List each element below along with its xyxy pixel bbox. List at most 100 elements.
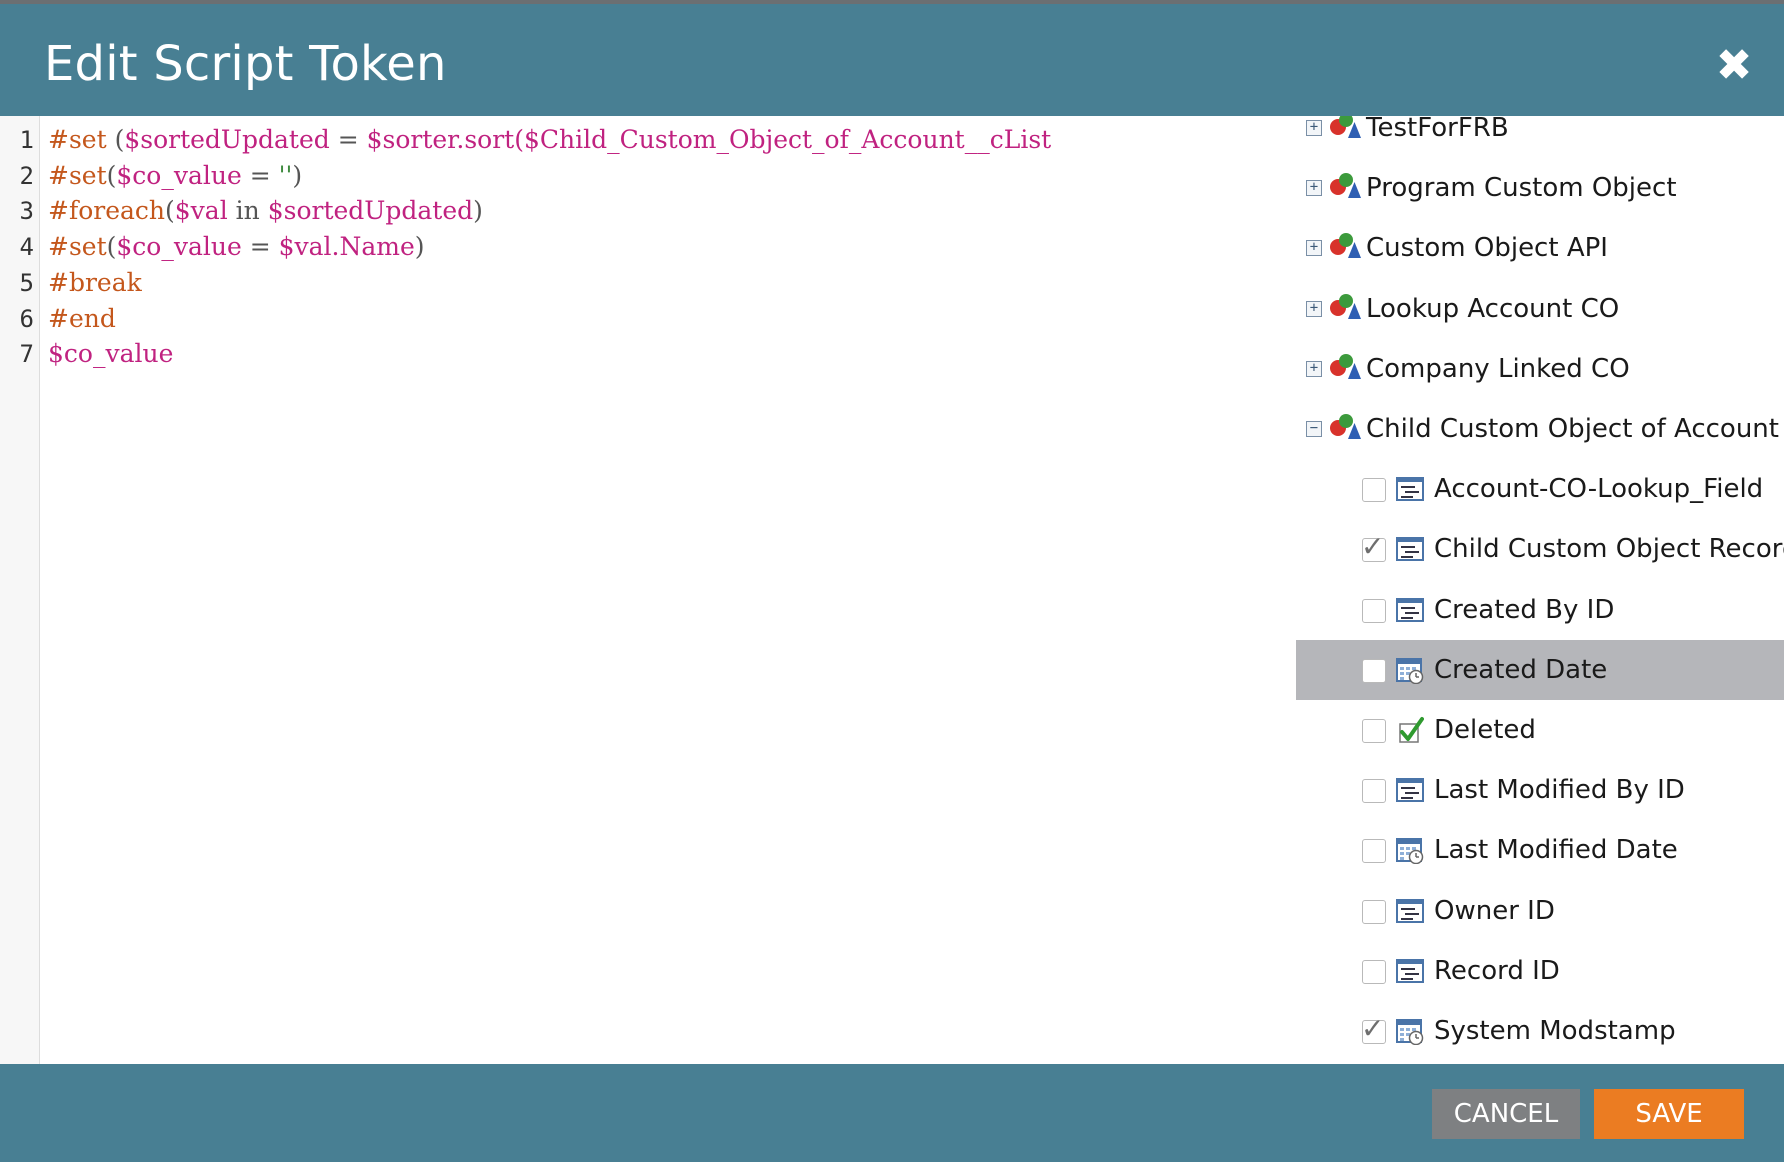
- code-token: #set: [48, 160, 107, 190]
- boolean-field-icon: [1396, 716, 1424, 744]
- field-checkbox[interactable]: [1362, 658, 1386, 683]
- tree-field-label[interactable]: Created Date: [1434, 640, 1607, 700]
- tree-object-label[interactable]: Child Custom Object of Account: [1366, 399, 1779, 459]
- checkmark-icon: ✓: [1361, 530, 1385, 564]
- tree-object-label[interactable]: Custom Object API: [1366, 218, 1608, 278]
- line-number: 1: [19, 126, 34, 154]
- field-checkbox[interactable]: [1362, 478, 1386, 503]
- tree-field-row[interactable]: Last Modified By ID: [1296, 760, 1784, 820]
- custom-object-icon: [1328, 230, 1362, 260]
- code-line[interactable]: #end: [48, 299, 116, 340]
- tree-field-row[interactable]: ✓ System Modstamp: [1296, 1001, 1784, 1061]
- date-field-icon: [1396, 656, 1424, 685]
- custom-object-icon: [1328, 411, 1362, 441]
- cancel-button[interactable]: CANCEL: [1432, 1089, 1580, 1139]
- code-token: =: [241, 160, 279, 190]
- code-token: $co_value: [116, 160, 242, 190]
- field-checkbox[interactable]: [1362, 899, 1386, 924]
- custom-object-icon: [1328, 116, 1362, 140]
- tree-field-label[interactable]: Last Modified By ID: [1434, 760, 1685, 820]
- tree-field-row[interactable]: Deleted: [1296, 700, 1784, 760]
- text-field-icon: [1396, 535, 1424, 563]
- code-line[interactable]: #set($co_value = $val.Name): [48, 227, 425, 268]
- code-token: $co_value: [116, 232, 242, 262]
- line-number: 5: [19, 268, 34, 297]
- script-editor[interactable]: 1234567 #set ($sortedUpdated = $sorter.s…: [0, 116, 1296, 1064]
- code-token: in: [227, 196, 268, 226]
- tree-object-label[interactable]: Program Custom Object: [1366, 158, 1677, 218]
- text-field-icon: [1396, 776, 1424, 804]
- tree-field-label[interactable]: System Modstamp: [1434, 1001, 1676, 1061]
- code-token: $Child_Custom_Object_of_Account__cList: [523, 125, 1052, 154]
- code-token: $val.Name: [278, 232, 415, 262]
- field-checkbox[interactable]: ✓: [1361, 1013, 1386, 1045]
- tree-field-row[interactable]: Account-CO-Lookup_Field: [1296, 459, 1784, 519]
- tree-field-label[interactable]: Deleted: [1434, 700, 1536, 760]
- code-line[interactable]: #set($co_value = ''): [48, 156, 302, 197]
- code-line[interactable]: #foreach($val in $sortedUpdated): [48, 191, 483, 232]
- code-token: =: [329, 125, 367, 154]
- save-button[interactable]: SAVE: [1594, 1089, 1744, 1139]
- tree-field-row[interactable]: Created Date: [1296, 639, 1784, 700]
- code-token: $val: [174, 196, 228, 226]
- tree-field-label[interactable]: Last Modified Date: [1434, 820, 1678, 880]
- field-checkbox[interactable]: [1362, 839, 1386, 864]
- tree-field-label[interactable]: Created By ID: [1434, 580, 1614, 640]
- code-token: ): [292, 160, 303, 190]
- expand-icon[interactable]: +: [1306, 240, 1322, 257]
- field-checkbox[interactable]: ✓: [1361, 531, 1386, 563]
- field-checkbox[interactable]: [1362, 598, 1386, 623]
- line-number: 2: [19, 161, 34, 190]
- code-token: ): [414, 232, 425, 262]
- text-field-icon: [1396, 957, 1424, 985]
- code-token: $co_value: [48, 339, 174, 369]
- code-token: #set: [48, 125, 107, 154]
- dialog-footer: CANCEL SAVE: [0, 1064, 1784, 1162]
- tree-object-row[interactable]: − Child Custom Object of Account: [1296, 399, 1784, 459]
- text-field-icon: [1396, 897, 1424, 925]
- tree-field-label[interactable]: Owner ID: [1434, 881, 1555, 941]
- tree-object-row[interactable]: + Program Custom Object: [1296, 158, 1784, 218]
- code-token: #end: [48, 303, 116, 333]
- tree-field-label[interactable]: Child Custom Object Record Name: [1434, 519, 1784, 579]
- dialog-title: Edit Script Token: [44, 36, 447, 92]
- custom-object-icon: [1328, 291, 1362, 321]
- tree-object-label[interactable]: Company Linked CO: [1366, 339, 1630, 399]
- tree-object-row[interactable]: + Custom Object API: [1296, 218, 1784, 278]
- line-number: 3: [19, 197, 34, 226]
- tree-object-label[interactable]: TestForFRB: [1366, 116, 1509, 158]
- tree-object-row[interactable]: + TestForFRB: [1296, 116, 1784, 158]
- code-line[interactable]: #break: [48, 263, 142, 304]
- close-icon[interactable]: ✖: [1712, 44, 1756, 88]
- tree-field-row[interactable]: Owner ID: [1296, 881, 1784, 941]
- code-line[interactable]: $co_value: [48, 334, 173, 375]
- date-field-icon: [1396, 1017, 1424, 1046]
- checkmark-icon: ✓: [1361, 1012, 1385, 1045]
- code-token: (: [106, 125, 125, 154]
- code-token: #foreach: [48, 196, 166, 226]
- tree-object-row[interactable]: + Lookup Account CO: [1296, 279, 1784, 339]
- expand-icon[interactable]: +: [1306, 300, 1322, 317]
- tree-field-row[interactable]: ✓ Child Custom Object Record Name: [1296, 519, 1784, 579]
- tree-field-row[interactable]: Created By ID: [1296, 580, 1784, 640]
- tree-field-row[interactable]: Last Modified Date: [1296, 820, 1784, 880]
- collapse-icon[interactable]: −: [1306, 421, 1322, 437]
- field-checkbox[interactable]: [1362, 959, 1386, 984]
- field-checkbox[interactable]: [1362, 719, 1386, 743]
- expand-icon[interactable]: +: [1306, 120, 1322, 136]
- code-token: $sortedUpdated: [267, 196, 474, 226]
- tree-object-label[interactable]: Lookup Account CO: [1366, 279, 1619, 339]
- custom-object-icon: [1328, 170, 1362, 200]
- field-checkbox[interactable]: [1362, 779, 1386, 804]
- object-field-tree[interactable]: + TestForFRB + Program Custom Object + Custom…: [1296, 116, 1784, 1064]
- expand-icon[interactable]: +: [1306, 180, 1322, 197]
- code-line[interactable]: #set ($sortedUpdated = $sorter.sort($Chi…: [48, 120, 1051, 161]
- code-token: #set: [48, 232, 107, 262]
- expand-icon[interactable]: +: [1306, 360, 1322, 377]
- dialog-header: Edit Script Token ✖: [0, 4, 1784, 116]
- tree-field-label[interactable]: Record ID: [1434, 941, 1560, 1001]
- line-number-gutter: 1 2 3 4 5 6 7: [0, 116, 40, 1064]
- tree-field-row[interactable]: Record ID: [1296, 941, 1784, 1001]
- tree-field-label[interactable]: Account-CO-Lookup_Field: [1434, 459, 1763, 519]
- tree-object-row[interactable]: + Company Linked CO: [1296, 339, 1784, 399]
